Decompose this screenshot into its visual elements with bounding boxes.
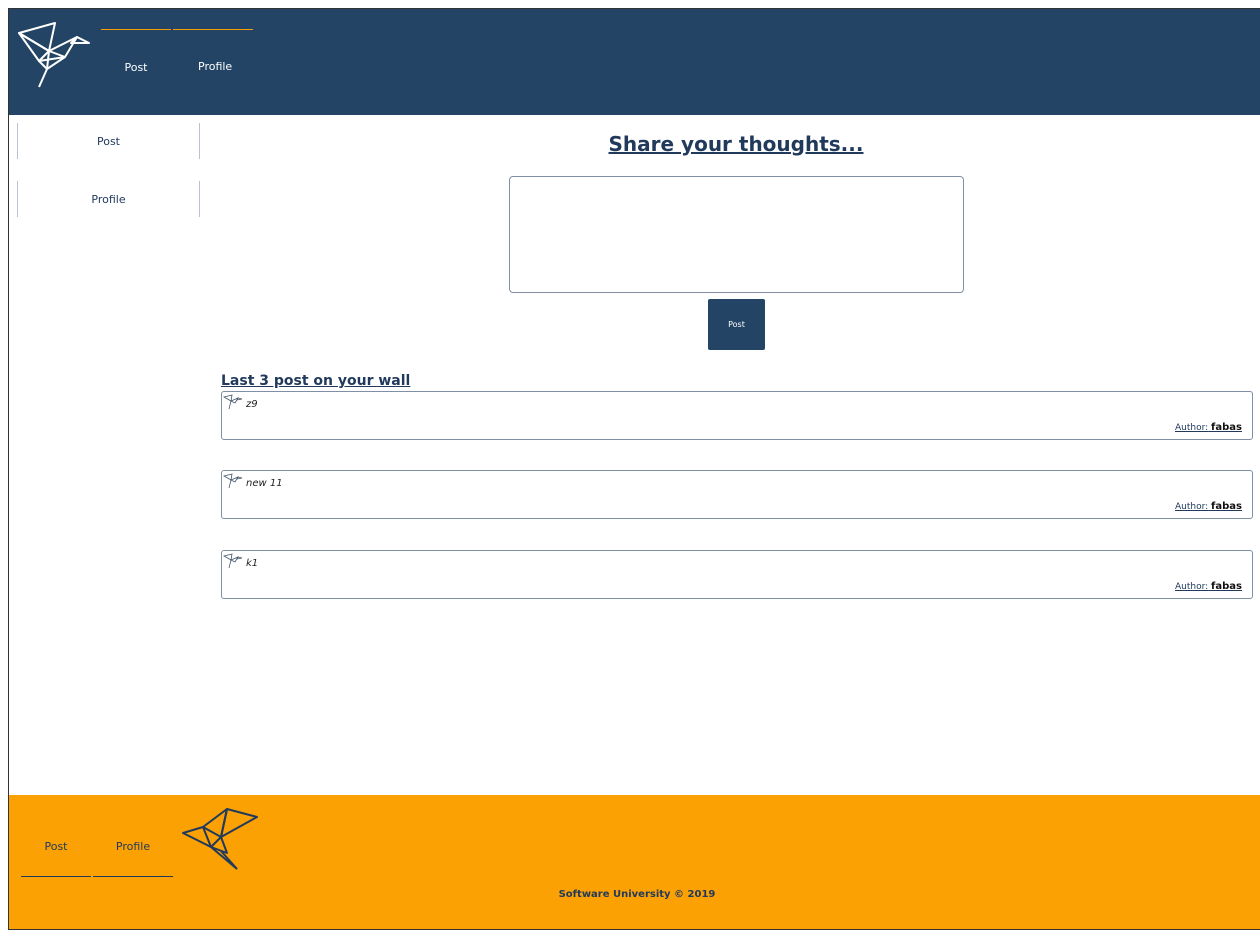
header-nav-profile[interactable]: Profile [173, 29, 253, 73]
post-card: new 11 Author: fabas [221, 470, 1253, 519]
page-frame: Post Profile Post Profile Share your tho… [8, 8, 1260, 930]
post-author[interactable]: Author: fabas [1175, 501, 1242, 512]
wall-title: Last 3 post on your wall [221, 373, 411, 389]
footer-nav-profile[interactable]: Profile [93, 823, 173, 877]
origami-bird-icon [223, 553, 243, 569]
origami-bird-logo-icon[interactable] [181, 807, 259, 873]
post-text: z9 [246, 399, 258, 410]
post-author[interactable]: Author: fabas [1175, 581, 1242, 592]
origami-bird-icon [223, 394, 243, 410]
site-header: Post Profile [9, 9, 1260, 115]
post-button[interactable]: Post [708, 299, 765, 350]
origami-bird-logo-icon[interactable] [17, 21, 97, 91]
origami-bird-icon [223, 473, 243, 489]
post-card: z9 Author: fabas [221, 391, 1253, 440]
copyright-text: Software University © 2019 [558, 889, 716, 900]
footer-nav-post[interactable]: Post [21, 823, 91, 877]
site-footer: Post Profile Software University © 2019 [9, 795, 1260, 929]
header-nav-post[interactable]: Post [101, 29, 171, 74]
thought-input[interactable] [509, 176, 964, 293]
sidebar-item-profile[interactable]: Profile [17, 181, 200, 217]
post-text: k1 [246, 558, 259, 569]
page-title: Share your thoughts... [608, 132, 864, 156]
sidebar-item-post[interactable]: Post [17, 123, 200, 159]
post-author[interactable]: Author: fabas [1175, 422, 1242, 433]
post-card: k1 Author: fabas [221, 550, 1253, 599]
post-text: new 11 [246, 478, 283, 489]
